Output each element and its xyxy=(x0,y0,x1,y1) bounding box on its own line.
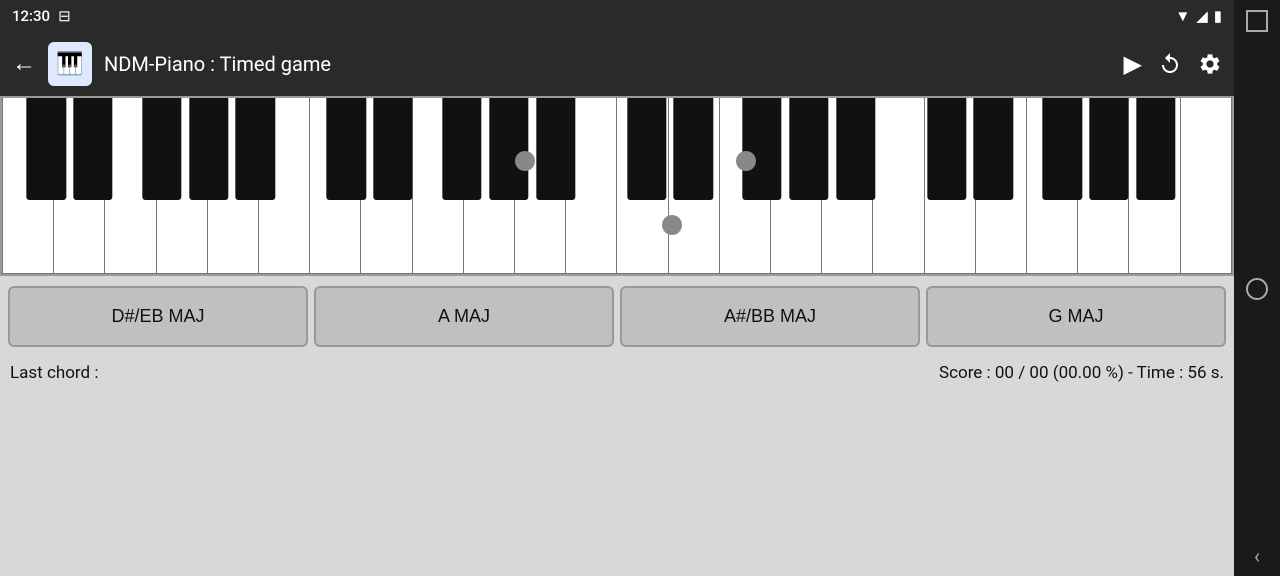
black-key-7[interactable] xyxy=(373,98,412,200)
black-key-12[interactable] xyxy=(674,98,713,200)
nav-chevron-icon[interactable]: ‹ xyxy=(1254,546,1260,566)
replay-button[interactable] xyxy=(1158,52,1182,76)
title-bar: ← 🎹 NDM-Piano : Timed game ▶ xyxy=(0,32,1234,96)
black-key-2[interactable] xyxy=(73,98,112,200)
piano-keyboard-container xyxy=(0,96,1234,276)
black-key-18[interactable] xyxy=(1043,98,1082,200)
black-key-5[interactable] xyxy=(236,98,275,200)
black-key-20[interactable] xyxy=(1136,98,1175,200)
battery-icon: ▮ xyxy=(1214,7,1222,25)
settings-icon xyxy=(1198,52,1222,76)
black-key-4[interactable] xyxy=(189,98,228,200)
status-left: 12:30 ⊟ xyxy=(12,7,71,25)
chord-button-2[interactable]: A MAJ xyxy=(314,286,614,347)
chord-button-3[interactable]: A#/BB MAJ xyxy=(620,286,920,347)
right-nav-bar: ‹ xyxy=(1234,0,1280,576)
status-right: ▼ ◢ ▮ xyxy=(1175,7,1222,25)
nav-circle-icon[interactable] xyxy=(1246,278,1268,300)
black-key-15[interactable] xyxy=(836,98,875,200)
black-key-1[interactable] xyxy=(27,98,66,200)
back-button[interactable]: ← xyxy=(12,50,36,78)
black-key-19[interactable] xyxy=(1089,98,1128,200)
black-key-3[interactable] xyxy=(142,98,181,200)
time-display: 12:30 xyxy=(12,7,50,25)
black-key-13[interactable] xyxy=(742,98,781,200)
play-button[interactable]: ▶ xyxy=(1124,50,1142,79)
black-key-11[interactable] xyxy=(627,98,666,200)
black-key-14[interactable] xyxy=(789,98,828,200)
chord-buttons: D#/EB MAJ A MAJ A#/BB MAJ G MAJ xyxy=(0,276,1234,357)
black-key-6[interactable] xyxy=(327,98,366,200)
chord-button-1[interactable]: D#/EB MAJ xyxy=(8,286,308,347)
black-key-10[interactable] xyxy=(536,98,575,200)
black-key-8[interactable] xyxy=(442,98,481,200)
app-icon: 🎹 xyxy=(48,42,92,86)
black-key-16[interactable] xyxy=(927,98,966,200)
sim-icon: ⊟ xyxy=(58,7,71,25)
replay-icon xyxy=(1158,52,1182,76)
title-actions: ▶ xyxy=(1124,50,1222,79)
chord-button-4[interactable]: G MAJ xyxy=(926,286,1226,347)
black-key-9[interactable] xyxy=(489,98,528,200)
nav-square-icon[interactable] xyxy=(1246,10,1268,32)
white-key-18[interactable] xyxy=(872,98,923,274)
wifi-icon: ▼ xyxy=(1175,7,1190,25)
bottom-status: Last chord : Score : 00 / 00 (00.00 %) -… xyxy=(0,357,1234,389)
last-chord-label: Last chord : xyxy=(10,363,98,383)
settings-button[interactable] xyxy=(1198,52,1222,76)
signal-icon: ◢ xyxy=(1196,7,1208,25)
score-display: Score : 00 / 00 (00.00 %) - Time : 56 s. xyxy=(939,363,1224,383)
right-bar-top xyxy=(1246,10,1268,32)
white-key-24[interactable] xyxy=(1180,98,1232,274)
black-key-17[interactable] xyxy=(974,98,1013,200)
page-title: NDM-Piano : Timed game xyxy=(104,52,1112,76)
status-bar: 12:30 ⊟ ▼ ◢ ▮ xyxy=(0,0,1234,32)
keyboard-wrapper xyxy=(2,98,1232,274)
